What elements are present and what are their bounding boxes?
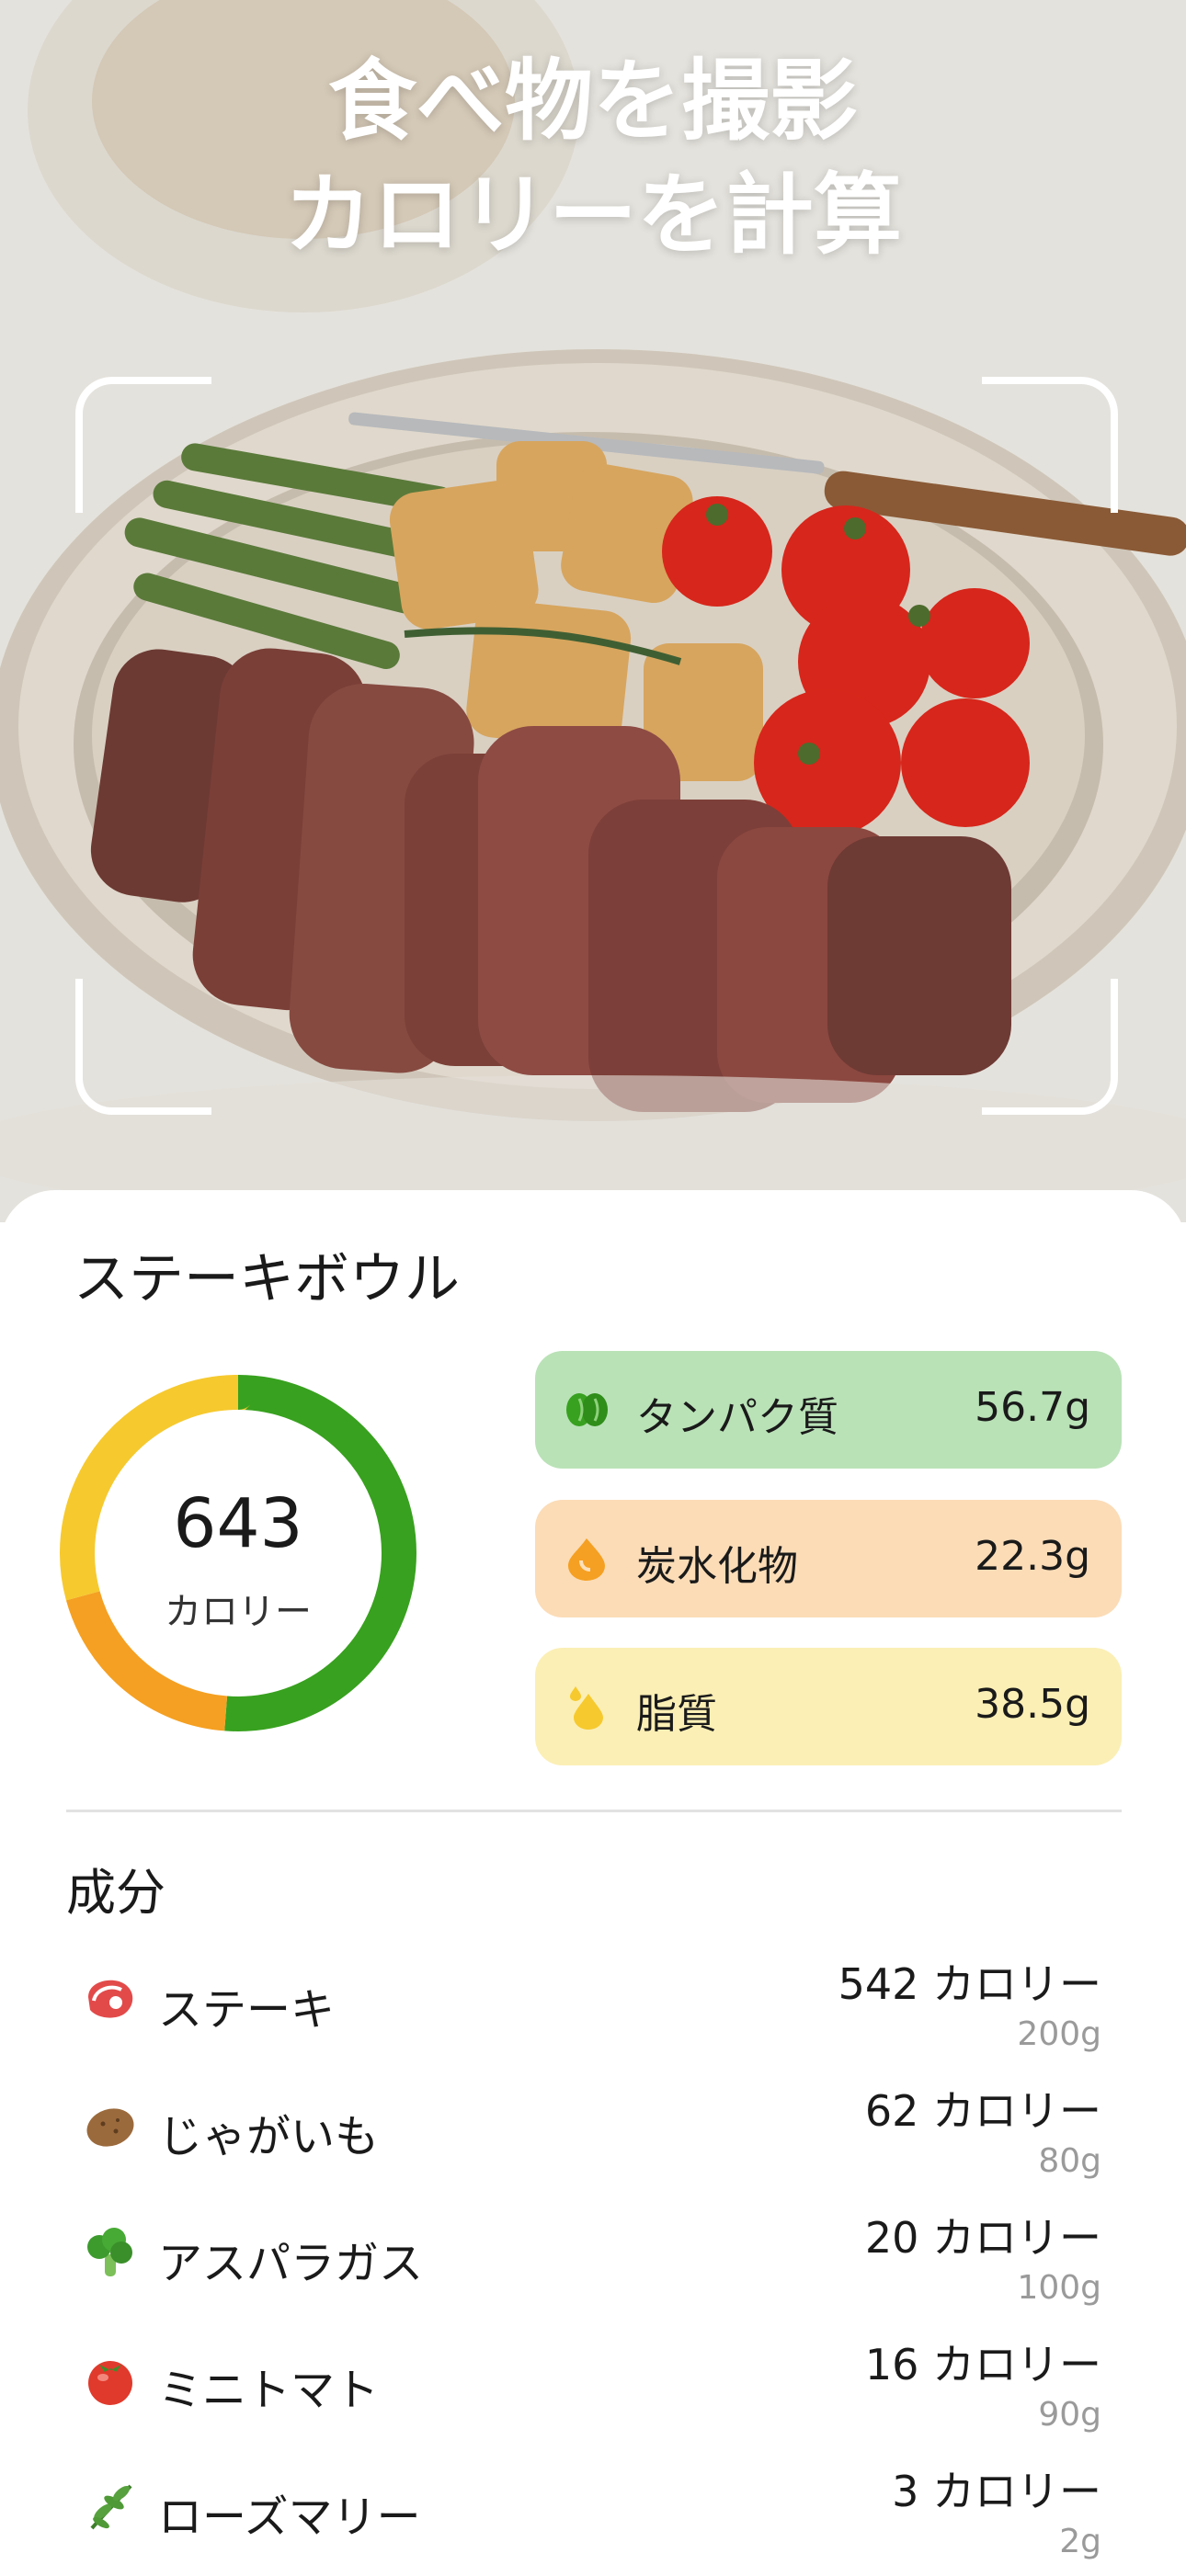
potato-icon: [86, 2108, 134, 2147]
macro-value: 56.7g: [975, 1384, 1090, 1431]
calorie-total: 643: [173, 1484, 303, 1563]
ingredient-calories: 16 カロリー: [864, 2340, 1101, 2389]
ingredient-calories: 542 カロリー: [838, 1959, 1101, 2009]
viewfinder-corner-top-left: [75, 377, 211, 513]
bean-icon: [566, 1393, 608, 1426]
macro-fat[interactable]: 脂質 38.5g: [535, 1648, 1122, 1765]
ingredient-weight: 200g: [1017, 2015, 1101, 2053]
ingredient-weight: 2g: [1059, 2523, 1101, 2560]
viewfinder-corner-top-right: [982, 377, 1118, 513]
ingredients-title: 成分: [66, 1864, 165, 1922]
ingredient-name: ステーキ: [158, 1984, 336, 2036]
section-divider: [66, 1810, 1122, 1812]
macro-value: 22.3g: [975, 1533, 1090, 1580]
ingredient-name: ミニトマト: [158, 2365, 380, 2416]
calorie-ring: 643 カロリー: [59, 1374, 417, 1732]
macro-protein[interactable]: タンパク質 56.7g: [535, 1351, 1122, 1469]
herb-icon: [90, 2484, 132, 2530]
ingredient-calories: 62 カロリー: [864, 2086, 1101, 2136]
viewfinder-corner-bottom-right: [982, 979, 1118, 1115]
broccoli-icon: [87, 2228, 132, 2276]
flame-drop-icon: [568, 1538, 605, 1581]
calorie-unit: カロリー: [165, 1591, 312, 1633]
ingredient-name: じゃがいも: [158, 2111, 380, 2162]
macro-value: 38.5g: [975, 1681, 1090, 1728]
ingredient-weight: 100g: [1017, 2269, 1101, 2307]
ingredient-row-rosemary[interactable]: ローズマリー 3 カロリー 2g: [0, 2457, 1186, 2576]
macro-carbs[interactable]: 炭水化物 22.3g: [535, 1500, 1122, 1617]
result-card: ステーキボウル 643 カロリー タンパク質 56.7g 炭水化物 22.3g …: [0, 1190, 1186, 2570]
food-photo: 食べ物を撮影 カロリーを計算: [0, 0, 1186, 1222]
oil-drop-icon: [570, 1686, 603, 1730]
ingredient-name: ローズマリー: [158, 2491, 421, 2543]
ingredient-weight: 80g: [1038, 2142, 1101, 2180]
tomato-icon: [88, 2361, 132, 2405]
ingredient-row-potato[interactable]: じゃがいも 62 カロリー 80g: [0, 2076, 1186, 2196]
headline-line2: カロリーを計算: [284, 164, 902, 267]
meat-icon: [88, 1980, 133, 2018]
viewfinder-corner-bottom-left: [75, 979, 211, 1115]
ingredient-row-asparagus[interactable]: アスパラガス 20 カロリー 100g: [0, 2203, 1186, 2322]
headline-line1: 食べ物を撮影: [328, 50, 858, 153]
macro-label: 炭水化物: [636, 1543, 798, 1590]
macro-label: 脂質: [636, 1691, 717, 1738]
ingredient-row-tomato[interactable]: ミニトマト 16 カロリー 90g: [0, 2330, 1186, 2449]
ingredient-calories: 3 カロリー: [892, 2467, 1101, 2516]
ingredient-row-steak[interactable]: ステーキ 542 カロリー 200g: [0, 1949, 1186, 2069]
ingredient-name: アスパラガス: [158, 2238, 424, 2289]
ingredient-calories: 20 カロリー: [864, 2213, 1101, 2263]
dish-name: ステーキボウル: [74, 1247, 460, 1311]
macro-label: タンパク質: [636, 1394, 838, 1441]
ingredient-weight: 90g: [1038, 2396, 1101, 2434]
